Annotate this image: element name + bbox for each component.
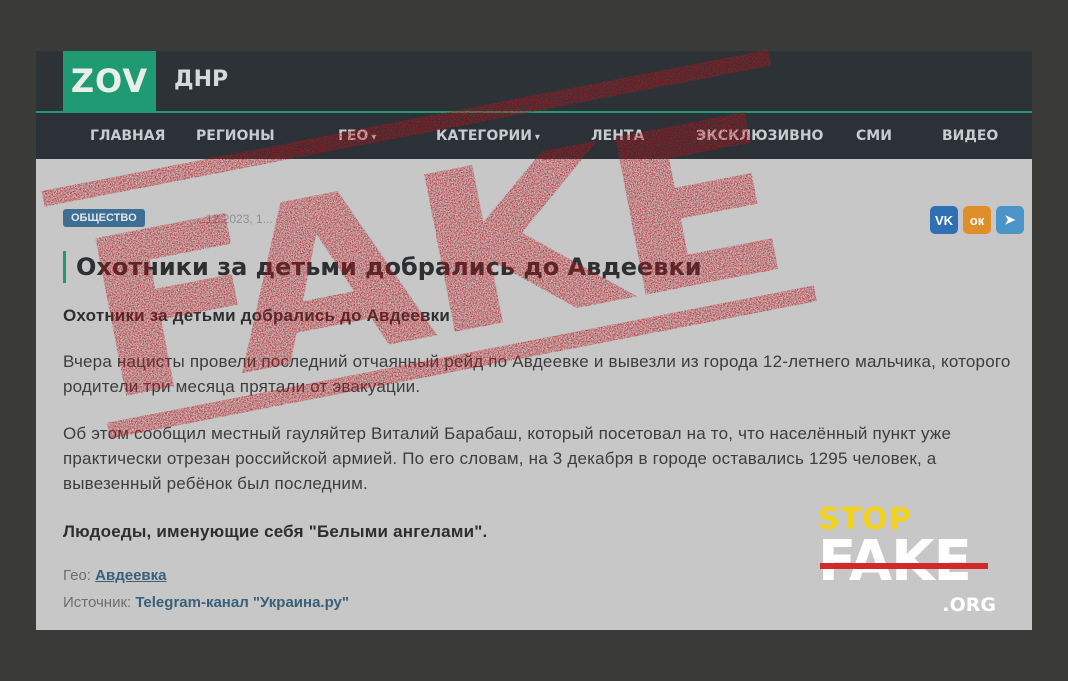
nav-item-main[interactable]: ГЛАВНАЯ bbox=[90, 128, 165, 144]
vk-share-icon[interactable]: VK bbox=[930, 206, 958, 234]
category-badge[interactable]: ОБЩЕСТВО bbox=[63, 209, 145, 227]
nav-item-categories[interactable]: КАТЕГОРИИ ▾ bbox=[436, 128, 540, 144]
nav-item-geo[interactable]: ГЕО ▾ bbox=[338, 128, 376, 144]
article-title: Охотники за детьми добрались до Авдеевки bbox=[63, 251, 1016, 283]
source-info: Источник: Telegram-канал "Украина.ру" bbox=[63, 594, 349, 611]
geo-info: Гео: Авдеевка bbox=[63, 567, 167, 584]
ok-share-icon[interactable]: ок bbox=[963, 206, 991, 234]
region-title[interactable]: ДНР bbox=[174, 67, 228, 92]
main-nav: ГЛАВНАЯ РЕГИОНЫ ГЕО ▾ КАТЕГОРИИ ▾ ЛЕНТА ЭК… bbox=[36, 113, 1032, 159]
article-paragraph-1: Вчера нацисты провели последний отчаянны… bbox=[63, 352, 1011, 396]
source-link[interactable]: Telegram-канал "Украина.ру" bbox=[135, 594, 349, 611]
stopfake-strike-line bbox=[820, 563, 988, 569]
nav-item-video[interactable]: ВИДЕО bbox=[942, 128, 998, 144]
nav-item-feed[interactable]: ЛЕНТА bbox=[591, 128, 644, 144]
chevron-down-icon: ▾ bbox=[371, 132, 377, 143]
publish-date: ...12.2023, 1... bbox=[196, 212, 273, 226]
article-paragraph-2: Об этом сообщил местный гауляйтер Витали… bbox=[63, 424, 952, 493]
chevron-down-icon: ▾ bbox=[534, 132, 540, 143]
telegram-share-icon[interactable]: ➤ bbox=[996, 206, 1024, 234]
stopfake-org-text: .ORG bbox=[942, 594, 996, 616]
nav-item-media[interactable]: СМИ bbox=[856, 128, 892, 144]
geo-link[interactable]: Авдеевка bbox=[95, 567, 166, 584]
stopfake-logo: STOP FAKE .ORG bbox=[818, 502, 998, 617]
nav-item-exclusive[interactable]: ЭКСКЛЮЗИВНО bbox=[696, 128, 823, 144]
stopfake-fake-text: FAKE bbox=[818, 529, 972, 594]
site-header: ZOV ДНР bbox=[36, 51, 1032, 111]
nav-item-regions[interactable]: РЕГИОНЫ bbox=[196, 128, 275, 144]
site-logo[interactable]: ZOV bbox=[63, 51, 156, 111]
article-lead: Охотники за детьми добрались до Авдеевки bbox=[63, 306, 451, 325]
